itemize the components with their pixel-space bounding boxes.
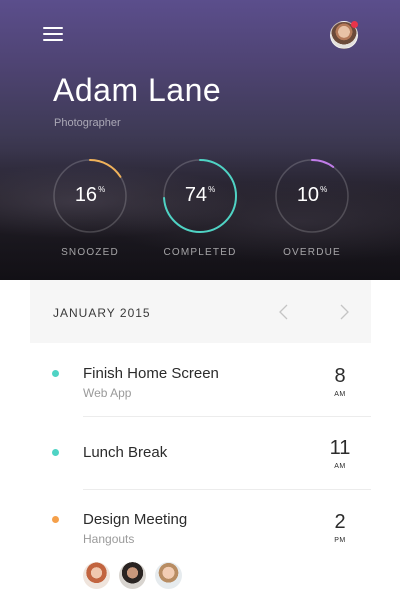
event-time: 2 xyxy=(334,511,346,533)
event-item[interactable]: Lunch Break 11 AM xyxy=(30,417,371,489)
event-subtitle: Web App xyxy=(83,386,132,400)
calendar-header: JANUARY 2015 xyxy=(30,280,371,343)
chevron-right-icon[interactable] xyxy=(336,304,352,320)
event-time: 8 xyxy=(334,365,346,387)
event-subtitle: Hangouts xyxy=(83,532,135,546)
attendee-avatar[interactable] xyxy=(155,562,182,589)
stat-snoozed[interactable]: 16% SNOOZED xyxy=(52,158,128,268)
stat-label: SNOOZED xyxy=(61,247,119,258)
stat-value: 16% xyxy=(74,184,106,206)
stat-overdue[interactable]: 10% OVERDUE xyxy=(274,158,350,268)
calendar-month: JANUARY 2015 xyxy=(53,306,151,320)
profile-name: Adam Lane xyxy=(53,72,222,108)
event-color-dot xyxy=(52,449,59,456)
profile-header: Adam Lane Photographer 16% SNOOZED 74% C… xyxy=(0,0,400,280)
event-title: Design Meeting xyxy=(83,511,188,528)
event-item[interactable]: Design Meeting Hangouts 2 PM xyxy=(30,490,371,603)
chevron-left-icon[interactable] xyxy=(276,304,292,320)
event-ampm: PM xyxy=(334,537,346,544)
event-color-dot xyxy=(52,370,59,377)
event-item[interactable]: Finish Home Screen Web App 8 AM xyxy=(30,343,371,416)
stat-label: OVERDUE xyxy=(283,247,341,258)
event-title: Lunch Break xyxy=(83,444,168,461)
stat-label: COMPLETED xyxy=(163,247,237,258)
event-ampm: AM xyxy=(334,463,346,470)
profile-role: Photographer xyxy=(54,117,121,129)
stat-value: 10% xyxy=(296,184,328,206)
event-color-dot xyxy=(52,516,59,523)
stat-value: 74% xyxy=(184,184,216,206)
event-ampm: AM xyxy=(334,391,346,398)
attendee-avatar[interactable] xyxy=(119,562,146,589)
attendee-avatar[interactable] xyxy=(83,562,110,589)
notification-dot xyxy=(351,21,358,28)
hamburger-menu-icon[interactable] xyxy=(43,26,63,42)
event-title: Finish Home Screen xyxy=(83,365,219,382)
stat-completed[interactable]: 74% COMPLETED xyxy=(162,158,238,268)
event-time: 11 xyxy=(329,437,351,459)
